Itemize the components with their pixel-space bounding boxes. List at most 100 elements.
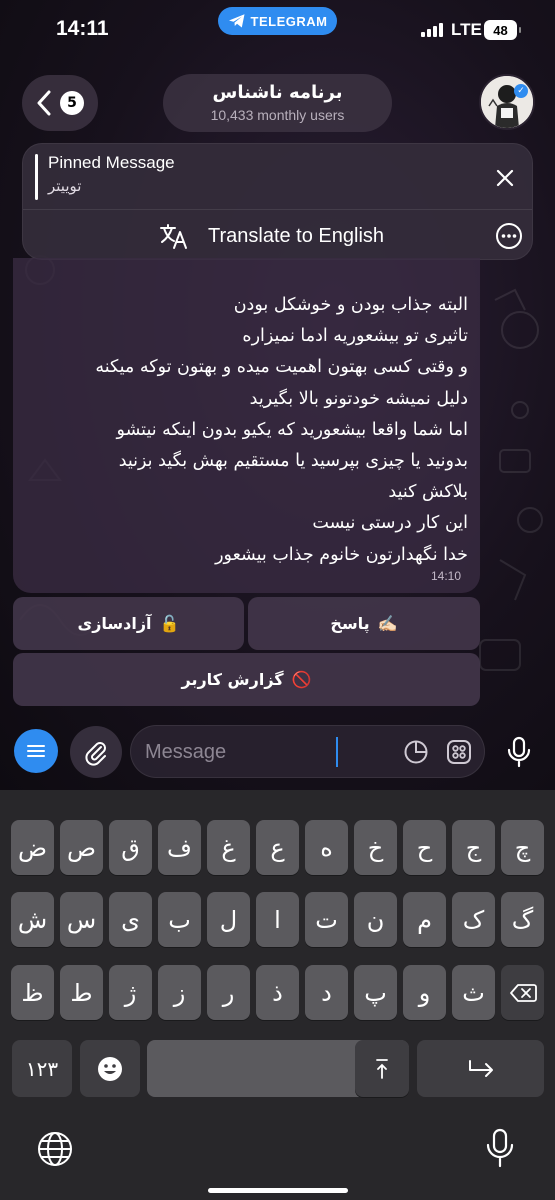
dictation-microphone-icon[interactable]: [485, 1128, 515, 1168]
emoji-key[interactable]: [80, 1040, 140, 1097]
back-button[interactable]: 5: [22, 75, 98, 131]
app-pill-label: TELEGRAM: [250, 13, 328, 29]
message-line: و وقتی کسی بهتون اهمیت میده و بهتون توکه…: [95, 357, 468, 378]
key[interactable]: ی: [109, 892, 152, 947]
message-line: خدا نگهدارتون خانوم جذاب بیشعور: [215, 544, 468, 565]
sticker-icon[interactable]: [403, 739, 429, 765]
home-indicator: [208, 1188, 348, 1193]
backspace-key[interactable]: [501, 965, 544, 1020]
key[interactable]: د: [305, 965, 348, 1020]
unread-count-badge: 5: [60, 91, 84, 115]
voice-record-button[interactable]: [494, 726, 544, 778]
unblock-button[interactable]: 🔓 آزادسازی: [13, 597, 244, 650]
system-keyboard: چجحخهعغفقصض گکمنتالبیسش ثوپدذرزژطظ ۱۲۳ ف: [0, 790, 555, 1200]
pinned-divider: [23, 209, 532, 210]
key[interactable]: پ: [354, 965, 397, 1020]
verified-badge-icon: ✓: [514, 84, 528, 98]
chat-title: برنامه ناشناس: [212, 82, 343, 103]
key[interactable]: ظ: [11, 965, 54, 1020]
key[interactable]: ط: [60, 965, 103, 1020]
pinned-indicator-bar: [35, 154, 38, 200]
telegram-app-pill[interactable]: TELEGRAM: [218, 7, 337, 35]
key[interactable]: س: [60, 892, 103, 947]
pinned-message-panel[interactable]: Pinned Message توییتر Translate to Engli…: [22, 143, 533, 260]
reply-label: پاسخ: [330, 614, 370, 633]
key[interactable]: ش: [11, 892, 54, 947]
battery-icon: 48: [484, 20, 521, 40]
message-line: تاثیری تو بیشعوریه ادما نمیزاره: [242, 326, 468, 347]
key[interactable]: ذ: [256, 965, 299, 1020]
key[interactable]: گ: [501, 892, 544, 947]
key[interactable]: چ: [501, 820, 544, 875]
key[interactable]: ل: [207, 892, 250, 947]
key[interactable]: ق: [109, 820, 152, 875]
key[interactable]: و: [403, 965, 446, 1020]
bot-menu-button[interactable]: [14, 729, 58, 773]
paperclip-icon: [85, 742, 106, 766]
key[interactable]: ژ: [109, 965, 152, 1020]
key[interactable]: ع: [256, 820, 299, 875]
key[interactable]: ب: [158, 892, 201, 947]
return-key[interactable]: [417, 1040, 544, 1097]
message-input-container[interactable]: [130, 725, 485, 778]
status-time: 14:11: [56, 17, 109, 40]
chat-title-pill[interactable]: برنامه ناشناس 10,433 monthly users: [163, 74, 392, 132]
key[interactable]: ه: [305, 820, 348, 875]
pinned-text: توییتر: [48, 177, 82, 195]
translate-button[interactable]: Translate to English: [208, 225, 384, 248]
translate-icon: [160, 224, 187, 249]
status-bar: 14:11 TELEGRAM LTE 48: [0, 0, 555, 62]
key[interactable]: ث: [452, 965, 495, 1020]
avatar[interactable]: [479, 74, 535, 130]
message-timestamp: 14:10: [431, 569, 462, 583]
message-line: دلیل نمیشه خودتونو بالا بگیرید: [249, 388, 468, 409]
message-line: این کار درستی نیست: [312, 513, 468, 534]
more-options-icon[interactable]: [495, 222, 523, 250]
key[interactable]: خ: [354, 820, 397, 875]
chat-subtitle: 10,433 monthly users: [210, 107, 345, 123]
prohibited-icon: 🚫: [291, 670, 312, 689]
microphone-icon: [507, 736, 531, 768]
bot-avatar-illustration: [481, 76, 533, 128]
key[interactable]: ح: [403, 820, 446, 875]
key[interactable]: ن: [354, 892, 397, 947]
message-line: بلاکش کنید: [388, 482, 468, 503]
emoji-keyboard-icon[interactable]: [446, 739, 472, 765]
key[interactable]: ا: [256, 892, 299, 947]
key[interactable]: ص: [60, 820, 103, 875]
attach-button[interactable]: [70, 726, 122, 778]
key[interactable]: ج: [452, 820, 495, 875]
writing-hand-icon: ✍🏻: [377, 614, 398, 633]
battery-level: 48: [493, 22, 508, 38]
message-input[interactable]: [145, 738, 395, 766]
key[interactable]: ر: [207, 965, 250, 1020]
key[interactable]: ز: [158, 965, 201, 1020]
key[interactable]: ک: [452, 892, 495, 947]
text-caret: [336, 737, 338, 767]
close-icon[interactable]: [492, 165, 518, 191]
chevron-left-icon: [37, 90, 51, 116]
globe-icon[interactable]: [36, 1130, 74, 1168]
message-text: البته جذاب بودن و خوشکل بودن تاثیری تو ب…: [32, 290, 468, 571]
menu-icon: [27, 745, 45, 757]
key[interactable]: ض: [11, 820, 54, 875]
key[interactable]: ت: [305, 892, 348, 947]
report-user-button[interactable]: 🚫 گزارش کاربر: [13, 653, 480, 706]
key[interactable]: م: [403, 892, 446, 947]
reply-button[interactable]: ✍🏻 پاسخ: [248, 597, 480, 650]
report-label: گزارش کاربر: [181, 670, 284, 689]
unblock-label: آزادسازی: [77, 614, 152, 633]
message-line: بدونید یا چیزی بپرسید یا مستقیم بهش بگید…: [118, 451, 468, 472]
zwnj-icon: [376, 1058, 388, 1079]
backspace-icon: [509, 983, 537, 1002]
numbers-key[interactable]: ۱۲۳: [12, 1040, 72, 1097]
return-icon: [468, 1059, 493, 1077]
message-line: اما شما واقعا بیشعورید که یکیو بدون اینک…: [116, 419, 468, 440]
key[interactable]: ف: [158, 820, 201, 875]
telegram-icon: [228, 14, 245, 28]
key[interactable]: غ: [207, 820, 250, 875]
smiley-icon: [98, 1056, 122, 1081]
message-line: البته جذاب بودن و خوشکل بودن: [233, 295, 468, 315]
unlock-icon: 🔓: [159, 614, 180, 633]
zwnj-key[interactable]: [355, 1040, 409, 1097]
